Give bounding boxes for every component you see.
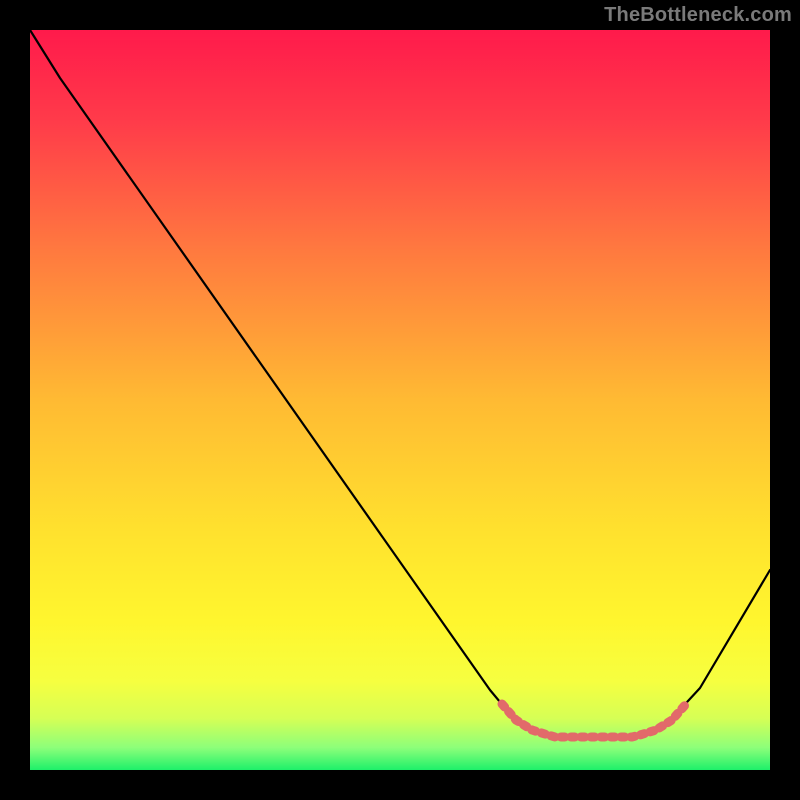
plot-background bbox=[30, 30, 770, 770]
chart-svg bbox=[0, 0, 800, 800]
chart-container: TheBottleneck.com bbox=[0, 0, 800, 800]
